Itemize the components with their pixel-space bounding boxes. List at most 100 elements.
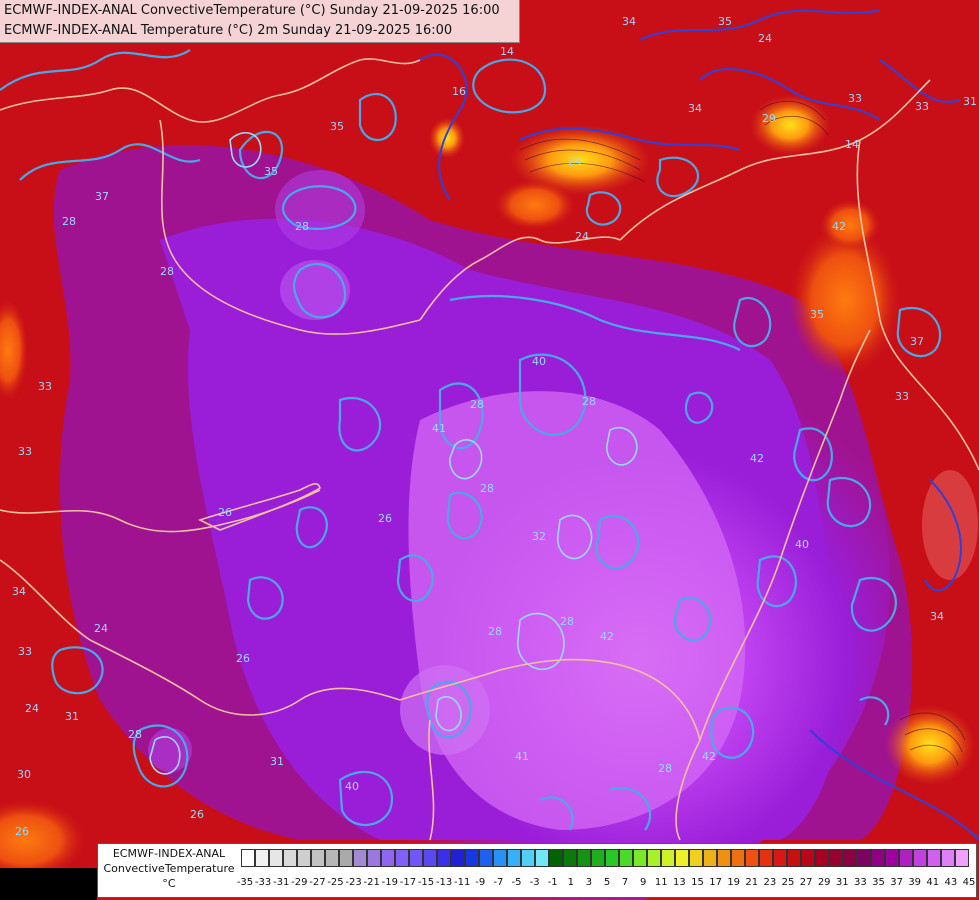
contour-label: 37 xyxy=(910,335,924,348)
contour-label: 42 xyxy=(750,452,764,465)
legend-tick-label: 7 xyxy=(621,877,629,888)
legend-tick-label: 9 xyxy=(640,877,647,888)
legend-swatch xyxy=(409,849,423,867)
legend-tick-label: 3 xyxy=(585,877,593,888)
legend-tick-label: 15 xyxy=(691,877,704,888)
legend-swatch xyxy=(829,849,843,867)
legend-swatch xyxy=(451,849,465,867)
legend-swatch xyxy=(717,849,731,867)
legend-tick-label: -31 xyxy=(273,877,290,888)
legend-swatch xyxy=(871,849,885,867)
contour-label: 30 xyxy=(17,768,31,781)
legend-tick-label: 27 xyxy=(799,877,813,888)
legend-tick-label: -5 xyxy=(511,877,522,888)
legend-swatch xyxy=(549,849,563,867)
violet-patch xyxy=(400,665,490,755)
legend-tick-label: 13 xyxy=(673,877,686,888)
contour-label: 34 xyxy=(930,610,944,623)
legend-tick-label: 11 xyxy=(654,877,668,888)
contour-label: 24 xyxy=(568,155,582,168)
legend-swatch xyxy=(437,849,451,867)
legend-swatch xyxy=(367,849,381,867)
legend-tick-label: 23 xyxy=(763,877,777,888)
contour-label: 40 xyxy=(532,355,546,368)
legend-swatch xyxy=(479,849,493,867)
legend-swatch xyxy=(857,849,871,867)
contour-label: 26 xyxy=(236,652,250,665)
contour-label: 14 xyxy=(845,138,859,151)
contour-label: 14 xyxy=(500,45,514,58)
legend-swatch xyxy=(381,849,395,867)
contour-label: 31 xyxy=(963,95,977,108)
contour-label: 33 xyxy=(18,445,32,458)
legend-swatch xyxy=(521,849,535,867)
warm-spot-north xyxy=(495,180,575,230)
legend-swatch xyxy=(689,849,703,867)
legend-tick-label: 29 xyxy=(817,877,831,888)
legend-swatch xyxy=(787,849,801,867)
contour-label: 24 xyxy=(25,702,39,715)
contour-label: 31 xyxy=(270,755,284,768)
legend-tick-label: -29 xyxy=(291,877,308,888)
legend-swatch xyxy=(563,849,577,867)
legend-swatch xyxy=(913,849,927,867)
legend-unit: °C xyxy=(162,877,176,890)
contour-label: 24 xyxy=(758,32,772,45)
contour-label: 35 xyxy=(330,120,344,133)
contour-label: 33 xyxy=(18,645,32,658)
legend-swatch xyxy=(703,849,717,867)
weather-map: 34 14 16 35 24 35 24 33 14 24 33 31 37 2… xyxy=(0,0,979,900)
contour-label: 32 xyxy=(532,530,546,543)
legend-tick-label: -11 xyxy=(454,877,471,888)
contour-label: 28 xyxy=(128,728,142,741)
legend-tick-label: -35 xyxy=(236,877,254,888)
contour-label: 33 xyxy=(38,380,52,393)
contour-label: 35 xyxy=(810,308,824,321)
legend-tick-label: -23 xyxy=(345,877,362,888)
legend-tick-label: 17 xyxy=(709,877,722,888)
legend-swatch xyxy=(773,849,787,867)
contour-label: 31 xyxy=(65,710,79,723)
legend-title-source: ECMWF-INDEX-ANAL xyxy=(112,847,226,860)
contour-label: 42 xyxy=(702,750,716,763)
legend-tick-label: -27 xyxy=(309,877,326,888)
hot-spot-north-small xyxy=(429,118,465,158)
contour-label: 35 xyxy=(718,15,732,28)
contour-label: 28 xyxy=(560,615,574,628)
contour-label: 16 xyxy=(452,85,466,98)
contour-label: 41 xyxy=(515,750,529,763)
legend-swatch xyxy=(843,849,857,867)
title-line-convective: ECMWF-INDEX-ANAL ConvectiveTemperature (… xyxy=(4,3,500,18)
legend-swatch xyxy=(899,849,913,867)
cool-spot-east xyxy=(922,470,978,580)
legend-tick-label: 33 xyxy=(854,877,867,888)
contour-label: 28 xyxy=(160,265,174,278)
map-title-box: ECMWF-INDEX-ANAL ConvectiveTemperature (… xyxy=(0,0,520,43)
legend-tick-label: 31 xyxy=(835,877,849,888)
legend-tick-label: 45 xyxy=(962,877,976,888)
legend-tick-label: 25 xyxy=(781,877,795,888)
legend-swatch xyxy=(815,849,829,867)
legend-tick-label: 1 xyxy=(567,877,574,888)
contour-label: 33 xyxy=(915,100,929,113)
legend-tick-label: -21 xyxy=(363,877,380,888)
legend-swatches xyxy=(241,849,969,867)
legend-swatch xyxy=(605,849,619,867)
legend-tick-label: 21 xyxy=(745,877,759,888)
legend-tick-label: 37 xyxy=(890,877,903,888)
legend-swatch xyxy=(395,849,409,867)
legend-swatch xyxy=(507,849,521,867)
contour-label: 26 xyxy=(218,506,232,519)
legend-swatch xyxy=(885,849,899,867)
contour-label: 33 xyxy=(895,390,909,403)
legend-swatch xyxy=(661,849,675,867)
legend-swatch xyxy=(647,849,661,867)
legend-swatch xyxy=(283,849,297,867)
legend-swatch xyxy=(941,849,955,867)
legend-swatch xyxy=(745,849,759,867)
legend-tick-label: 39 xyxy=(908,877,922,888)
legend-swatch xyxy=(731,849,745,867)
legend-tick-label: 41 xyxy=(926,877,940,888)
legend-swatch xyxy=(591,849,605,867)
legend-tick-label: 19 xyxy=(727,877,741,888)
